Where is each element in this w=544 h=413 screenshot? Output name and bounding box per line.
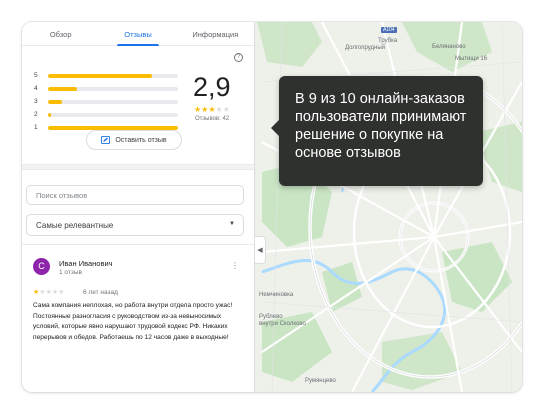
help-circle-icon[interactable]: ? [234, 53, 243, 62]
star-empty-icon: ★ [58, 289, 65, 296]
rating-distribution: 5 4 3 2 1 [34, 69, 184, 134]
review-stars: ★★★★★ [33, 288, 64, 296]
rating-summary: ? 5 4 3 2 1 2,9 ★★★★★ Отзывов: 42 Остави… [22, 46, 254, 164]
reviews-widget: Долгопрудный Белянаново Мытищи 16 Трубка… [22, 22, 522, 392]
tab-info[interactable]: Информация [177, 22, 254, 45]
rating-bar-track [48, 112, 178, 117]
road-badge-a104: A104 [381, 27, 397, 33]
rating-bar-fill [48, 112, 51, 117]
review-text: Сама компания неплохая, но работа внутри… [33, 302, 233, 341]
average-stars: ★★★★★ [194, 105, 230, 114]
write-review-icon [101, 136, 111, 144]
star-filled-icon: ★ [208, 105, 216, 114]
rating-bar-track [48, 125, 178, 130]
sort-dropdown[interactable]: Самые релевантные ▼ [26, 214, 244, 236]
rating-bar-track [48, 86, 178, 91]
review-count[interactable]: Отзывов: 42 [195, 116, 229, 122]
rating-bar-row: 2 [34, 108, 184, 121]
map-label-rublevo: Рублево [259, 314, 283, 320]
rating-bar-label: 1 [34, 124, 38, 131]
map-label-trubka: Трубка [378, 38, 398, 44]
rating-bar-row: 5 [34, 69, 184, 82]
rating-bar-track [48, 73, 178, 78]
map-label-mytishchi: Мытищи 16 [455, 56, 488, 62]
rating-bar-row: 4 [34, 82, 184, 95]
map-label-dolgoprudny: Долгопрудный [345, 45, 386, 51]
rating-bar-fill [48, 86, 77, 91]
section-divider [22, 164, 254, 170]
map-label-vnutri-skolkovo: внутри Сколково [259, 321, 306, 327]
rating-bar-label: 3 [34, 98, 38, 105]
avatar[interactable]: С [33, 258, 50, 275]
write-review-button[interactable]: Оставить отзыв [86, 130, 182, 150]
list-divider [22, 244, 254, 245]
sort-selected-label: Самые релевантные [36, 221, 114, 230]
tab-bar: Обзор Отзывы Информация [22, 22, 254, 46]
write-review-label: Оставить отзыв [115, 136, 167, 144]
rating-bar-label: 5 [34, 72, 38, 79]
rating-bar-row: 3 [34, 95, 184, 108]
star-empty-icon: ★ [222, 105, 230, 114]
rating-bar-label: 4 [34, 85, 38, 92]
rating-bar-track [48, 99, 178, 104]
map-label-rumjantsevo: Румянцево [305, 378, 336, 384]
reviews-panel: Обзор Отзывы Информация ? 5 4 3 2 1 2,9 … [22, 22, 255, 392]
rating-bar-fill [48, 125, 178, 130]
review-author-count: 1 отзыв [59, 269, 82, 276]
chevron-left-icon: ◀ [257, 247, 263, 254]
tab-overview[interactable]: Обзор [22, 22, 99, 45]
search-reviews-input[interactable]: Поиск отзывов [26, 185, 244, 205]
more-options-icon[interactable]: ⋮ [231, 262, 239, 270]
dropdown-arrow-icon: ▼ [229, 221, 235, 227]
rating-bar-fill [48, 99, 63, 104]
rating-bar-label: 2 [34, 111, 38, 118]
star-empty-icon: ★ [215, 105, 223, 114]
map-label-beljanovo: Белянаново [432, 44, 466, 50]
review-author[interactable]: Иван Иванович [59, 259, 113, 268]
collapse-panel-button[interactable]: ◀ [255, 236, 266, 264]
tooltip-text: В 9 из 10 онлайн-заказов пользователи пр… [295, 91, 467, 161]
tooltip: В 9 из 10 онлайн-заказов пользователи пр… [271, 76, 483, 186]
map-label-nemchinovka: Немчиновка [259, 292, 294, 298]
average-rating: 2,9 [193, 72, 231, 102]
rating-bar-fill [48, 73, 152, 78]
tab-reviews[interactable]: Отзывы [99, 22, 176, 46]
review-date: 6 лет назад [83, 289, 118, 296]
